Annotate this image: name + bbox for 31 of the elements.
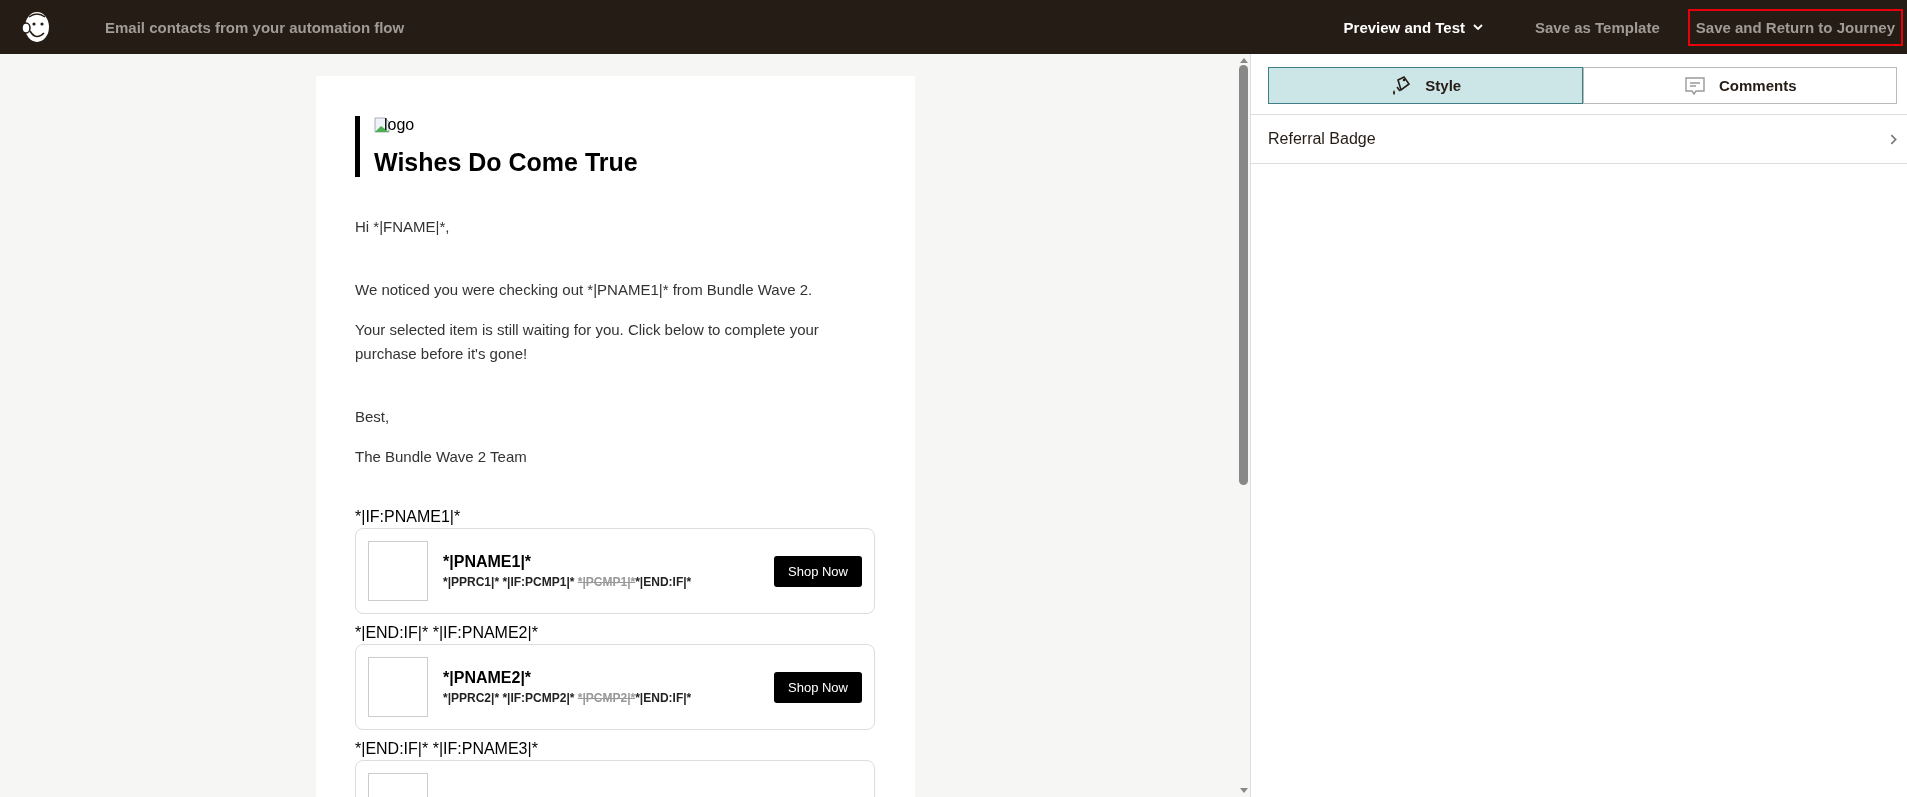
merge-tag-text: *|END:IF|* *|IF:PNAME3|* (355, 740, 539, 758)
chevron-down-icon (1473, 24, 1483, 30)
flow-title: Email contacts from your automation flow (105, 18, 405, 36)
product-name: *|PNAME2|* (443, 669, 533, 687)
scroll-up-icon[interactable] (1239, 58, 1248, 63)
preview-menu-button[interactable]: Preview and Test (1335, 8, 1491, 46)
merge-tag-text: *|END:IF|* *|IF:PNAME2|* (355, 624, 539, 642)
email-heading: Wishes Do Come True (374, 148, 639, 177)
header-link-button[interactable]: Save as Template (1527, 8, 1668, 46)
product-name: *|PNAME1|* (443, 553, 533, 571)
panel-tab[interactable]: Comments (1582, 67, 1897, 104)
price-line: *|PPRC2|* *|IF:PCMP2|* *|PCMP2|**|END:IF|* (443, 691, 693, 705)
header-link-button[interactable]: Save and Return to Journey (1687, 8, 1903, 46)
image-placeholder (368, 657, 428, 717)
chevron-right-icon (1890, 133, 1897, 145)
settings-row[interactable]: Referral Badge (1251, 115, 1907, 164)
email-paragraph: Your selected item is still waiting for you. Click below to complete your purchase before it's gone! (355, 320, 820, 364)
image-placeholder (368, 541, 428, 601)
panel-tab[interactable]: Style (1268, 67, 1583, 104)
email-paragraph: Hi *|FNAME|*, (355, 217, 451, 237)
settings-row-label: Referral Badge (1268, 130, 1376, 148)
email-paragraph: We noticed you were checking out *|PNAME1|* from Bundle Wave 2. (355, 280, 814, 300)
email-paragraph: Best, (355, 407, 391, 427)
shop-now-button[interactable]: Shop Now (774, 671, 862, 703)
shop-now-button[interactable]: Shop Now (774, 555, 862, 587)
scroll-down-icon[interactable] (1239, 788, 1248, 793)
merge-tag-text: *|IF:PNAME1|* (355, 508, 462, 526)
broken-image-alt-text: logo (384, 116, 415, 134)
price-line: *|PPRC1|* *|IF:PCMP1|* *|PCMP1|**|END:IF|* (443, 575, 693, 589)
email-paragraph: The Bundle Wave 2 Team (355, 447, 528, 467)
monkey-logo-icon[interactable] (20, 9, 52, 45)
